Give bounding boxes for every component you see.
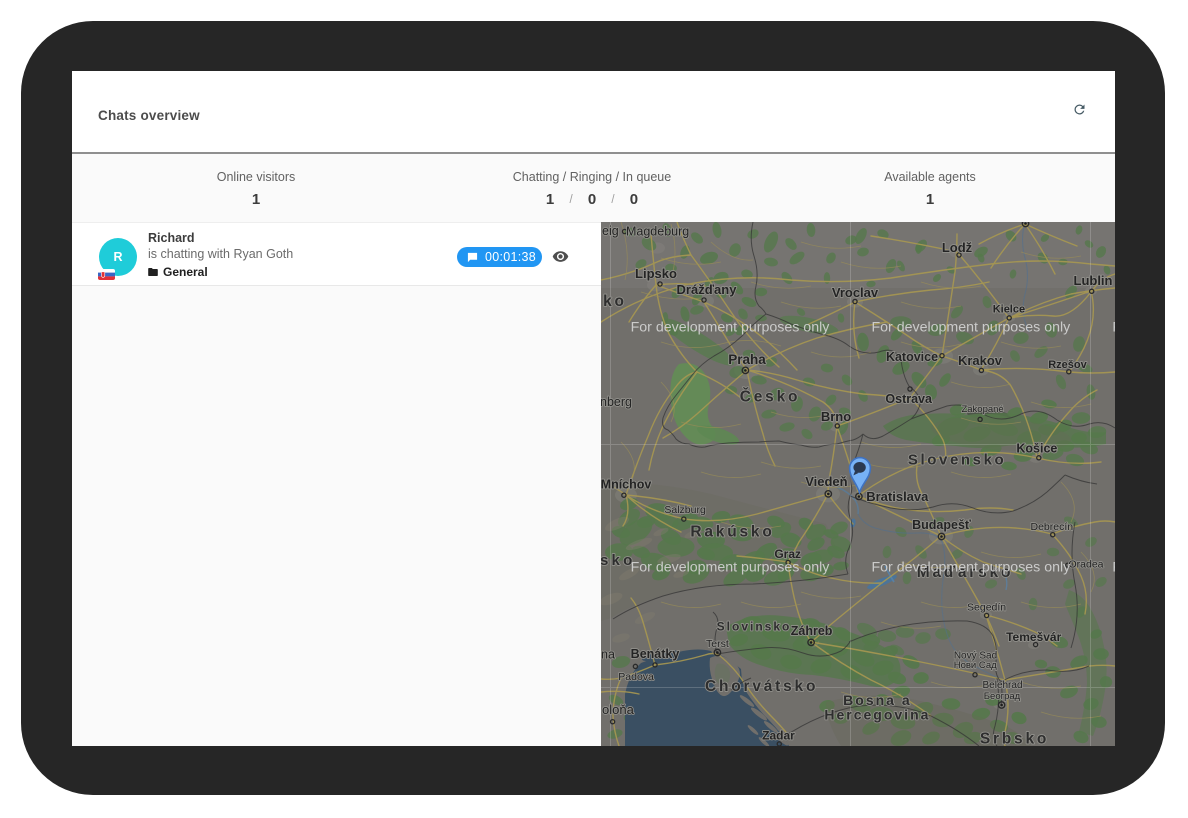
svg-text:Rakúsko: Rakúsko — [690, 524, 774, 541]
svg-text:Benátky: Benátky — [631, 647, 680, 661]
svg-text:Zakopané: Zakopané — [961, 404, 1003, 415]
svg-text:Ostrava: Ostrava — [885, 392, 933, 406]
svg-text:Oradea: Oradea — [1068, 559, 1103, 571]
svg-text:For development purposes only: For development purposes only — [872, 560, 1072, 576]
svg-text:Bratislava: Bratislava — [866, 489, 929, 504]
svg-text:Београд: Београд — [984, 691, 1021, 702]
svg-text:Praha: Praha — [728, 352, 766, 367]
svg-text:Mníchov: Mníchov — [601, 478, 651, 492]
svg-text:Česko: Česko — [740, 388, 801, 406]
svg-text:Temešvár: Temešvár — [1006, 630, 1061, 644]
svg-text:nberg: nberg — [601, 395, 632, 409]
svg-text:Krakov: Krakov — [958, 353, 1003, 368]
svg-text:Kielce: Kielce — [993, 304, 1025, 316]
svg-text:ko: ko — [603, 293, 627, 310]
svg-text:For development purposes only: For development purposes only — [1112, 560, 1115, 576]
svg-text:Brno: Brno — [821, 409, 851, 424]
svg-text:Hercegovina: Hercegovina — [824, 707, 930, 723]
svg-text:Viedeň: Viedeň — [805, 474, 847, 489]
svg-text:Srbsko: Srbsko — [980, 731, 1049, 747]
svg-text:Segedín: Segedín — [967, 602, 1006, 614]
svg-text:For development purposes only: For development purposes only — [631, 320, 831, 336]
svg-text:oloňa: oloňa — [602, 702, 635, 717]
svg-text:Lublin: Lublin — [1074, 273, 1113, 288]
svg-text:For development purposes only: For development purposes only — [872, 320, 1072, 336]
svg-text:Нови Сад: Нови Сад — [954, 660, 997, 671]
svg-text:Katovice: Katovice — [886, 350, 938, 364]
svg-text:Zadar: Zadar — [762, 729, 795, 743]
svg-text:Vroclav: Vroclav — [832, 285, 879, 300]
svg-text:Lipsko: Lipsko — [635, 266, 677, 281]
svg-text:Belehrad: Belehrad — [982, 680, 1022, 691]
svg-text:Záhreb: Záhreb — [791, 624, 833, 638]
svg-text:na: na — [601, 648, 615, 662]
svg-text:Košice: Košice — [1016, 442, 1057, 456]
svg-text:Padova: Padova — [618, 671, 654, 683]
svg-text:Terst: Terst — [706, 638, 729, 650]
svg-text:Budapešť: Budapešť — [912, 518, 971, 532]
svg-text:eig: eig — [602, 224, 619, 238]
svg-text:Salzburg: Salzburg — [664, 504, 706, 516]
svg-text:Drážďany: Drážďany — [677, 282, 738, 297]
svg-text:Slovensko: Slovensko — [908, 452, 1006, 469]
svg-text:For development purposes only: For development purposes only — [631, 560, 831, 576]
svg-text:Chorvátsko: Chorvátsko — [705, 678, 818, 695]
svg-text:Magdeburg: Magdeburg — [626, 225, 689, 239]
svg-text:Slovinsko: Slovinsko — [717, 620, 792, 634]
svg-text:Debrecín: Debrecín — [1030, 521, 1073, 533]
svg-text:Lodž: Lodž — [942, 240, 973, 255]
svg-text:For development purposes only: For development purposes only — [1112, 320, 1115, 336]
svg-text:Rzešov: Rzešov — [1048, 359, 1087, 371]
